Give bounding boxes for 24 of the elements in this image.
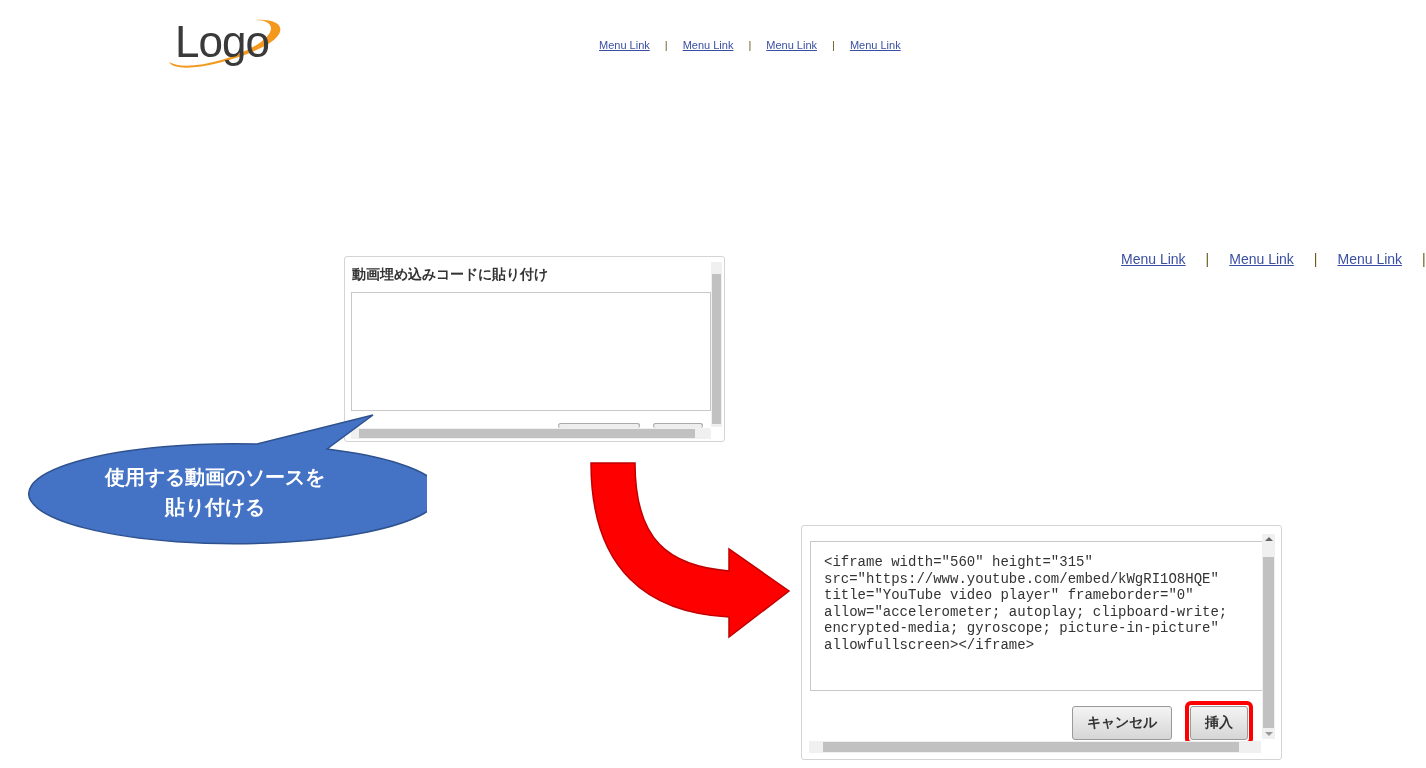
dialog-button[interactable]: 挿入 xyxy=(1190,706,1248,740)
menu-link[interactable]: Menu Link xyxy=(766,39,817,51)
separator: | xyxy=(832,39,835,51)
dialog-button[interactable] xyxy=(653,423,703,428)
separator: | xyxy=(664,39,668,51)
dialog-button[interactable]: キャンセル xyxy=(1072,706,1172,740)
separator: | xyxy=(748,39,752,51)
horizontal-scrollbar[interactable] xyxy=(809,741,1261,753)
embed-code-field[interactable] xyxy=(351,292,711,411)
menu-link[interactable]: Menu Link xyxy=(1337,251,1403,267)
menu-link[interactable]: Menu Link xyxy=(599,39,650,51)
menu-link[interactable]: Menu Link xyxy=(1121,251,1186,267)
menu-link[interactable]: Menu Link xyxy=(1229,251,1294,267)
dialog-button[interactable] xyxy=(558,423,640,428)
separator: | xyxy=(1313,251,1318,267)
separator: | xyxy=(1422,251,1426,267)
dialog-title: 動画埋め込みコードに貼り付け xyxy=(352,266,548,284)
menu-link[interactable]: Menu Link xyxy=(682,39,734,51)
vertical-scrollbar[interactable] xyxy=(1262,534,1275,739)
callout-text: 使用する動画のソースを 貼り付ける xyxy=(104,465,326,520)
menu-link[interactable]: Menu Link xyxy=(849,39,901,51)
separator: | xyxy=(1205,251,1210,267)
horizontal-scrollbar[interactable] xyxy=(351,428,711,439)
vertical-scrollbar[interactable] xyxy=(711,262,722,427)
